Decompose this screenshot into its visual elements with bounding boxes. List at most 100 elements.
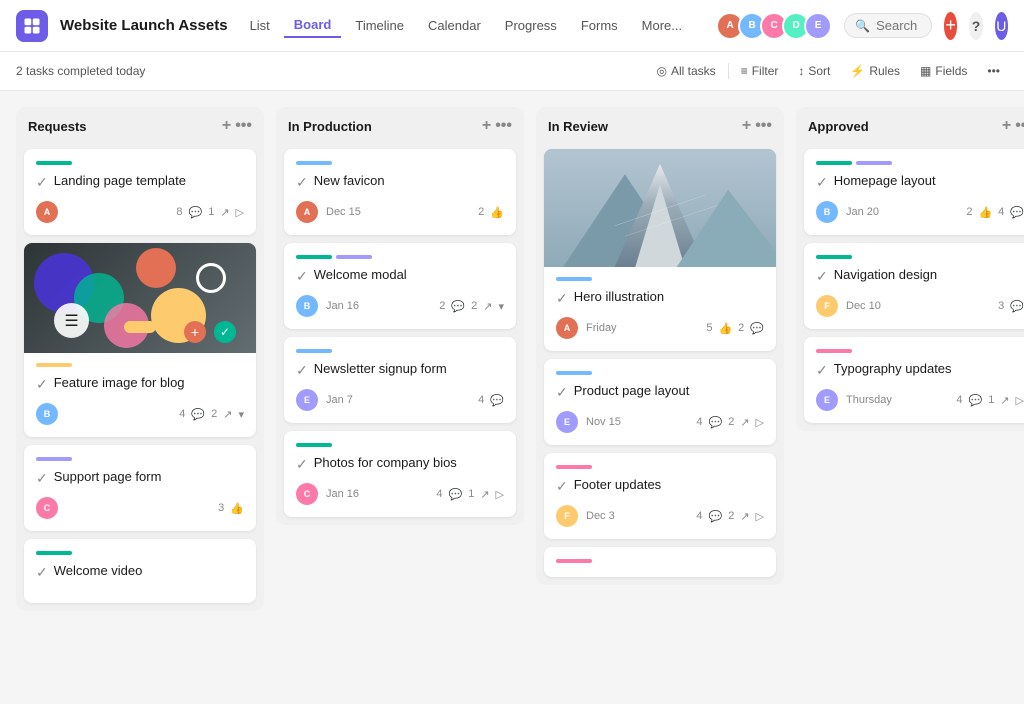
avatar: E [296, 389, 318, 411]
decoration [124, 321, 156, 333]
card-title: ✓ Welcome modal [296, 267, 504, 285]
nav-list[interactable]: List [240, 14, 280, 37]
card-title: ✓ Feature image for blog [36, 375, 244, 393]
comment-icon: 💬 [1010, 300, 1024, 313]
search-box[interactable]: 🔍 [844, 13, 932, 38]
card-title: ✓ Newsletter signup form [296, 361, 504, 379]
card-support-page[interactable]: ✓ Support page form C 3 👍 [24, 445, 256, 531]
card-partial-review[interactable] [544, 547, 776, 577]
card-tag [296, 255, 332, 259]
nav-more[interactable]: More... [632, 14, 692, 37]
comment-count: 8 [176, 206, 182, 218]
search-input[interactable] [876, 18, 921, 33]
check-icon: ✓ [816, 268, 828, 285]
card-date: Dec 15 [326, 206, 470, 218]
card-tags [36, 457, 244, 461]
card-product-page[interactable]: ✓ Product page layout E Nov 15 4 💬 2 ↗ ▷ [544, 359, 776, 445]
column-header-in-review: In Review + ••• [536, 107, 784, 145]
add-button[interactable]: + [944, 12, 957, 40]
expand-icon[interactable]: ▷ [756, 510, 764, 523]
nav-links: List Board Timeline Calendar Progress Fo… [240, 13, 693, 38]
column-menu-production-button[interactable]: ••• [495, 117, 512, 135]
card-stats: 5 👍 2 💬 [706, 322, 764, 335]
card-tag [296, 443, 332, 447]
card-stats: 4 💬 1 ↗ ▷ [436, 488, 504, 501]
like-count: 2 [478, 206, 484, 218]
help-button[interactable]: ? [969, 12, 982, 40]
share-count: 1 [468, 488, 474, 500]
comment-count: 4 [696, 510, 702, 522]
expand-icon[interactable]: ▾ [238, 408, 244, 421]
add-card-production-button[interactable]: + [482, 117, 491, 135]
project-title: Website Launch Assets [60, 17, 228, 34]
expand-icon[interactable]: ▷ [236, 206, 244, 219]
comment-count: 4 [956, 394, 962, 406]
comment-icon: 💬 [490, 394, 504, 407]
column-menu-requests-button[interactable]: ••• [235, 117, 252, 135]
add-card-review-button[interactable]: + [742, 117, 751, 135]
card-landing-page[interactable]: ✓ Landing page template A 8 💬 1 ↗ ▷ [24, 149, 256, 235]
column-menu-review-button[interactable]: ••• [755, 117, 772, 135]
card-stats: 2 💬 2 ↗ ▾ [439, 300, 504, 313]
sort-button[interactable]: ↕ Sort [790, 60, 838, 82]
nav-calendar[interactable]: Calendar [418, 14, 491, 37]
column-title-requests: Requests [28, 119, 216, 134]
card-homepage-layout[interactable]: ✓ Homepage layout B Jan 20 2 👍 4 💬 [804, 149, 1024, 235]
comment-icon: 💬 [448, 488, 462, 501]
nav-progress[interactable]: Progress [495, 14, 567, 37]
card-meta: A Dec 15 2 👍 [296, 201, 504, 223]
comment-count: 4 [998, 206, 1004, 218]
card-tag [556, 371, 592, 375]
card-date: Jan 16 [326, 300, 431, 312]
card-footer-updates[interactable]: ✓ Footer updates F Dec 3 4 💬 2 ↗ ▷ [544, 453, 776, 539]
share-icon: ↗ [480, 488, 489, 501]
add-card-requests-button[interactable]: + [222, 117, 231, 135]
comment-count: 2 [738, 322, 744, 334]
card-date: Dec 10 [846, 300, 990, 312]
expand-icon[interactable]: ▾ [498, 300, 504, 313]
column-in-review: In Review + ••• [536, 107, 784, 585]
rules-button[interactable]: ⚡ Rules [842, 60, 908, 82]
card-date: Nov 15 [586, 416, 688, 428]
card-tags [816, 349, 1024, 353]
check-icon: ✓ [816, 362, 828, 379]
column-header-in-production: In Production + ••• [276, 107, 524, 145]
card-feature-image[interactable]: ☰ ✓ + ✓ Feature image for blog B [24, 243, 256, 437]
card-image-mountain [544, 149, 776, 267]
card-welcome-video[interactable]: ✓ Welcome video [24, 539, 256, 603]
column-menu-approved-button[interactable]: ••• [1015, 117, 1024, 135]
card-photos-bios[interactable]: ✓ Photos for company bios C Jan 16 4 💬 1… [284, 431, 516, 517]
card-tag [36, 363, 72, 367]
nav-board[interactable]: Board [284, 13, 342, 38]
card-hero-illustration[interactable]: ✓ Hero illustration A Friday 5 👍 2 💬 [544, 149, 776, 351]
filter-icon: ≡ [741, 64, 748, 78]
expand-icon[interactable]: ▷ [756, 416, 764, 429]
user-menu-button[interactable]: U [995, 12, 1008, 40]
column-actions-in-production: + ••• [482, 117, 512, 135]
card-tags [36, 551, 244, 555]
card-image-colorful: ☰ ✓ + [24, 243, 256, 353]
card-navigation-design[interactable]: ✓ Navigation design F Dec 10 3 💬 [804, 243, 1024, 329]
share-count: 1 [988, 394, 994, 406]
card-new-favicon[interactable]: ✓ New favicon A Dec 15 2 👍 [284, 149, 516, 235]
toolbar-status: 2 tasks completed today [16, 64, 645, 78]
card-tags [296, 161, 504, 165]
comment-icon: 💬 [451, 300, 465, 313]
expand-icon[interactable]: ▷ [496, 488, 504, 501]
fields-button[interactable]: ▦ Fields [912, 60, 975, 82]
filter-button[interactable]: ≡ Filter [733, 60, 787, 82]
card-tag [36, 161, 72, 165]
decoration: ✓ [214, 321, 236, 343]
expand-icon[interactable]: ▷ [1016, 394, 1024, 407]
nav-timeline[interactable]: Timeline [345, 14, 414, 37]
more-options-button[interactable]: ••• [979, 60, 1008, 82]
card-stats: 4 💬 2 ↗ ▾ [179, 408, 244, 421]
card-typography-updates[interactable]: ✓ Typography updates E Thursday 4 💬 1 ↗ … [804, 337, 1024, 423]
all-tasks-button[interactable]: ◎ All tasks [649, 60, 724, 82]
card-welcome-modal[interactable]: ✓ Welcome modal B Jan 16 2 💬 2 ↗ ▾ [284, 243, 516, 329]
nav-forms[interactable]: Forms [571, 14, 628, 37]
card-title: ✓ Support page form [36, 469, 244, 487]
card-newsletter-signup[interactable]: ✓ Newsletter signup form E Jan 7 4 💬 [284, 337, 516, 423]
add-card-approved-button[interactable]: + [1002, 117, 1011, 135]
card-tag [816, 255, 852, 259]
